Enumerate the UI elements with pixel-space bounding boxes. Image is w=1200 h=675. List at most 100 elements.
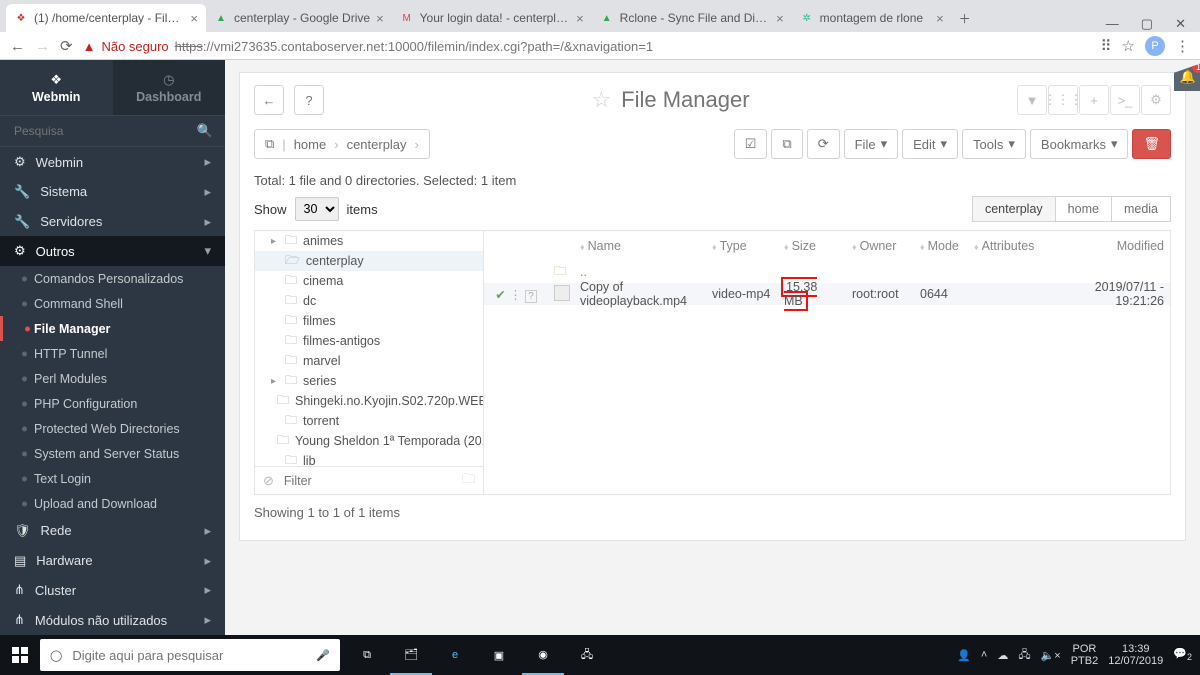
browser-tab[interactable]: ▲ centerplay - Google Drive × <box>206 4 392 32</box>
kebab-icon[interactable]: ⋮ <box>1175 37 1190 55</box>
terminal-icon[interactable]: ▣ <box>478 635 520 675</box>
tree-node[interactable]: 🗀torrent <box>255 411 483 431</box>
tray-lang[interactable]: PORPTB2 <box>1071 643 1099 667</box>
tree-filter-input[interactable] <box>282 473 454 489</box>
tray-clock[interactable]: 13:3912/07/2019 <box>1108 643 1163 667</box>
loc-tab-centerplay[interactable]: centerplay <box>972 196 1056 222</box>
start-button[interactable] <box>0 635 40 675</box>
tray-network-icon[interactable]: 🖧 <box>1018 646 1030 665</box>
tree-node[interactable]: 🗀filmes <box>255 311 483 331</box>
sidebar-item-perl-modules[interactable]: Perl Modules <box>0 366 225 391</box>
sidebar-item-http-tunnel[interactable]: HTTP Tunnel <box>0 341 225 366</box>
copy-icon[interactable]: ⧉ <box>265 136 274 152</box>
delete-button[interactable]: 🗑 <box>1132 129 1171 159</box>
notification-bell[interactable]: 🔔 1 <box>1174 63 1200 91</box>
brand-webmin[interactable]: ❖ Webmin <box>0 60 113 115</box>
section-webmin[interactable]: ⚙Webmin▸ <box>0 147 225 177</box>
terminal-icon[interactable]: >_ <box>1110 85 1140 115</box>
col-mode[interactable]: ♦Mode <box>914 239 968 253</box>
file-row[interactable]: ✔ ⋮ ? Copy of videoplayback.mp4 video-mp… <box>484 283 1170 305</box>
breadcrumb[interactable]: ⧉| home › centerplay › <box>254 129 430 159</box>
col-name[interactable]: ♦Name <box>574 239 706 253</box>
folder-icon[interactable]: 🗀 <box>462 470 475 492</box>
tree-node[interactable]: 🗁centerplay <box>255 251 483 271</box>
plus-icon[interactable]: + <box>1079 85 1109 115</box>
maximize-icon[interactable]: ▢ <box>1141 16 1153 32</box>
refresh-button[interactable]: ⟳ <box>807 129 840 159</box>
tray-people-icon[interactable]: 👤 <box>957 649 971 662</box>
select-all-button[interactable]: ☑ <box>734 129 768 159</box>
section-outros[interactable]: ⚙Outros▾ <box>0 236 225 266</box>
browser-tab[interactable]: ✲ montagem de rlone × <box>792 4 952 32</box>
sidebar-item-upload-and-download[interactable]: Upload and Download <box>0 491 225 516</box>
settings-icon[interactable]: ⚙ <box>1141 85 1171 115</box>
sidebar-item-php-configuration[interactable]: PHP Configuration <box>0 391 225 416</box>
tree-node[interactable]: 🗀lib <box>255 451 483 466</box>
explorer-icon[interactable]: 🗂 <box>390 635 432 675</box>
bookmark-icon[interactable]: ☆ <box>1122 37 1135 55</box>
col-size[interactable]: ♦Size <box>778 239 846 253</box>
tree-node[interactable]: 🗀Shingeki.no.Kyojin.S02.720p.WEB-D <box>255 391 483 411</box>
profile-avatar[interactable]: P <box>1145 36 1165 56</box>
file-name[interactable]: Copy of videoplayback.mp4 <box>574 280 706 308</box>
browser-tab[interactable]: ▲ Rclone - Sync File and Director × <box>592 4 792 32</box>
search-input[interactable] <box>12 123 191 139</box>
new-tab-button[interactable]: ＋ <box>952 4 978 32</box>
section-servidores[interactable]: 🔧Servidores▸ <box>0 207 225 237</box>
close-icon[interactable]: × <box>936 11 944 26</box>
help-button[interactable]: ? <box>294 85 324 115</box>
edge-icon[interactable]: e <box>434 635 476 675</box>
back-icon[interactable]: ← <box>10 38 25 55</box>
reload-icon[interactable]: ⟳ <box>60 37 73 55</box>
sidebar-item-command-shell[interactable]: Command Shell <box>0 291 225 316</box>
close-icon[interactable]: × <box>776 11 784 26</box>
file-menu[interactable]: File ▾ <box>844 129 898 159</box>
tree-node[interactable]: ▸🗀series <box>255 371 483 391</box>
address-bar[interactable]: ▲ Não seguro https://vmi273635.contabose… <box>83 39 1091 54</box>
sidebar-item-comandos-personalizados[interactable]: Comandos Personalizados <box>0 266 225 291</box>
mic-icon[interactable]: 🎤 <box>316 649 330 662</box>
section-cluster[interactable]: ⋔Cluster▸ <box>0 576 225 606</box>
section-sistema[interactable]: 🔧Sistema▸ <box>0 177 225 207</box>
sidebar-item-text-login[interactable]: Text Login <box>0 466 225 491</box>
crumb-home[interactable]: home <box>294 137 327 152</box>
col-type[interactable]: ♦Type <box>706 239 778 253</box>
minimize-icon[interactable]: — <box>1106 16 1119 32</box>
page-size-select[interactable]: 30 <box>295 197 339 221</box>
filter-icon[interactable]: ▼ <box>1017 85 1047 115</box>
chrome-icon[interactable]: ◉ <box>522 635 564 675</box>
back-button[interactable]: ← <box>254 85 284 115</box>
tree-node[interactable]: 🗀filmes-antigos <box>255 331 483 351</box>
tree-node[interactable]: ▸🗀animes <box>255 231 483 251</box>
section-unused-modules[interactable]: ⋔Módulos não utilizados▸ <box>0 605 225 635</box>
section-rede[interactable]: 🛡Rede▸ <box>0 516 225 546</box>
putty-icon[interactable]: 🖧 <box>566 635 608 675</box>
close-icon[interactable]: × <box>190 11 198 26</box>
loc-tab-home[interactable]: home <box>1056 196 1112 222</box>
tray-onedrive-icon[interactable]: ☁ <box>997 649 1008 662</box>
task-view-icon[interactable]: ⧉ <box>346 635 388 675</box>
bookmarks-menu[interactable]: Bookmarks ▾ <box>1030 129 1129 159</box>
sidebar-item-protected-web-directories[interactable]: Protected Web Directories <box>0 416 225 441</box>
browser-tab[interactable]: M Your login data! - centerplays × <box>392 4 592 32</box>
forward-icon[interactable]: → <box>35 38 50 55</box>
close-icon[interactable]: × <box>376 11 384 26</box>
sidebar-item-system-and-server-status[interactable]: System and Server Status <box>0 441 225 466</box>
tree-node[interactable]: 🗀dc <box>255 291 483 311</box>
tray-volume-icon[interactable]: 🔈× <box>1041 649 1061 662</box>
tree-node[interactable]: 🗀Young Sheldon 1ª Temporada (2018 <box>255 431 483 451</box>
taskbar-search[interactable]: ◯ 🎤 <box>40 639 340 671</box>
brand-dashboard[interactable]: ◷ Dashboard <box>113 60 226 115</box>
tray-up-icon[interactable]: ˄ <box>981 649 987 661</box>
star-icon[interactable]: ☆ <box>591 87 611 113</box>
tools-menu[interactable]: Tools ▾ <box>962 129 1026 159</box>
tree-node[interactable]: 🗀cinema <box>255 271 483 291</box>
close-icon[interactable]: ✕ <box>1175 16 1186 32</box>
action-center-icon[interactable]: 💬2 <box>1173 647 1192 662</box>
taskbar-search-input[interactable] <box>70 647 308 664</box>
crumb-centerplay[interactable]: centerplay <box>347 137 407 152</box>
section-hardware[interactable]: ▤Hardware▸ <box>0 546 225 576</box>
row-checkbox[interactable]: ✔ <box>495 288 505 302</box>
col-attributes[interactable]: ♦Attributes <box>968 239 1040 253</box>
kebab-icon[interactable]: ⋮ <box>509 288 522 302</box>
